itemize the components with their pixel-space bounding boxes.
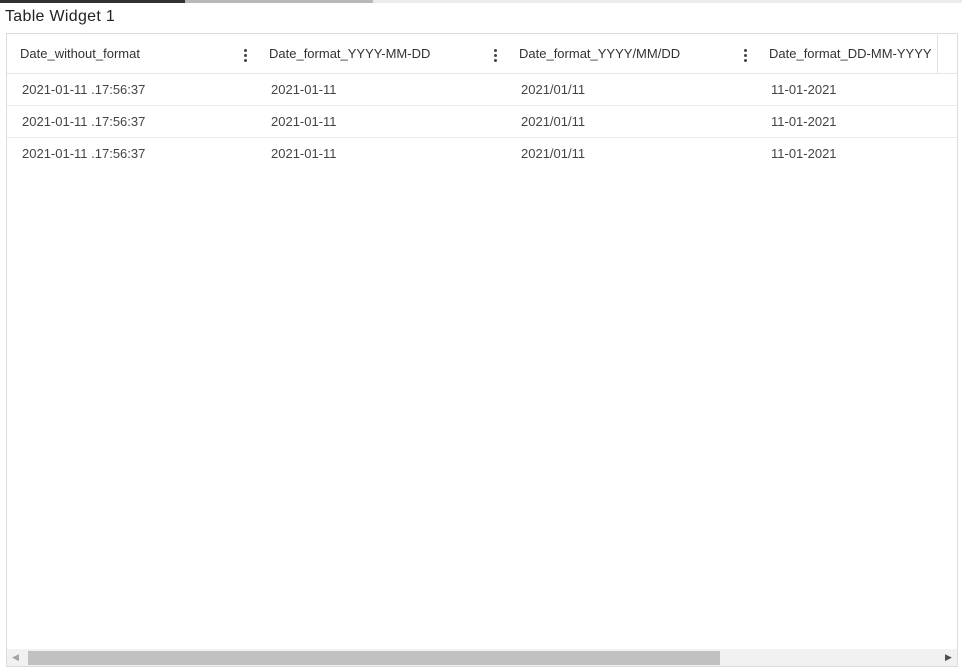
widget-title: Table Widget 1 <box>5 8 116 25</box>
column-menu-icon[interactable] <box>744 49 748 63</box>
table-widget: Date_without_format Date_format_YYYY-MM-… <box>6 33 958 667</box>
table-row[interactable]: 2021-01-11 .17:56:37 2021-01-11 2021/01/… <box>7 106 957 138</box>
table-cell: 2021-01-11 <box>271 82 337 97</box>
top-bar-segment-light <box>185 0 373 3</box>
column-header-date-format-yyyy-slash-mm-slash-dd[interactable]: Date_format_YYYY/MM/DD <box>507 34 757 73</box>
table-cell: 2021-01-11 .17:56:37 <box>22 82 146 97</box>
column-header-date-format-dd-mm-yyyy[interactable]: Date_format_DD-MM-YYYY <box>757 34 937 73</box>
table-cell: 2021/01/11 <box>521 146 586 161</box>
table-cell: 11-01-2021 <box>771 146 837 161</box>
column-menu-icon[interactable] <box>494 49 498 63</box>
table-cell: 2021/01/11 <box>521 82 586 97</box>
table-cell: 11-01-2021 <box>771 114 837 129</box>
triangle-right-icon[interactable]: ▶ <box>940 649 957 666</box>
top-bar-segment-dark <box>0 0 185 3</box>
table-row[interactable]: 2021-01-11 .17:56:37 2021-01-11 2021/01/… <box>7 74 957 106</box>
triangle-left-icon[interactable]: ◀ <box>7 649 24 666</box>
column-resize-divider[interactable] <box>937 34 938 73</box>
column-header-label: Date_format_YYYY/MM/DD <box>519 46 681 61</box>
column-header-label: Date_format_DD-MM-YYYY <box>769 46 932 61</box>
column-header-date-format-yyyy-mm-dd[interactable]: Date_format_YYYY-MM-DD <box>257 34 507 73</box>
column-header-label: Date_format_YYYY-MM-DD <box>269 46 431 61</box>
table-cell: 2021-01-11 .17:56:37 <box>22 114 146 129</box>
table-cell: 2021-01-11 <box>271 146 337 161</box>
column-header-label: Date_without_format <box>20 46 140 61</box>
table-cell: 2021-01-11 .17:56:37 <box>22 146 146 161</box>
horizontal-scrollbar[interactable]: ◀ ▶ <box>7 649 957 666</box>
table-cell: 2021-01-11 <box>271 114 337 129</box>
column-menu-icon[interactable] <box>244 49 248 63</box>
table-header-row: Date_without_format Date_format_YYYY-MM-… <box>7 34 957 74</box>
scrollbar-thumb[interactable] <box>28 651 720 665</box>
column-header-date-without-format[interactable]: Date_without_format <box>7 34 257 73</box>
table-cell: 11-01-2021 <box>771 82 837 97</box>
top-loading-bar <box>0 0 962 3</box>
table-cell: 2021/01/11 <box>521 114 586 129</box>
table-row[interactable]: 2021-01-11 .17:56:37 2021-01-11 2021/01/… <box>7 138 957 170</box>
